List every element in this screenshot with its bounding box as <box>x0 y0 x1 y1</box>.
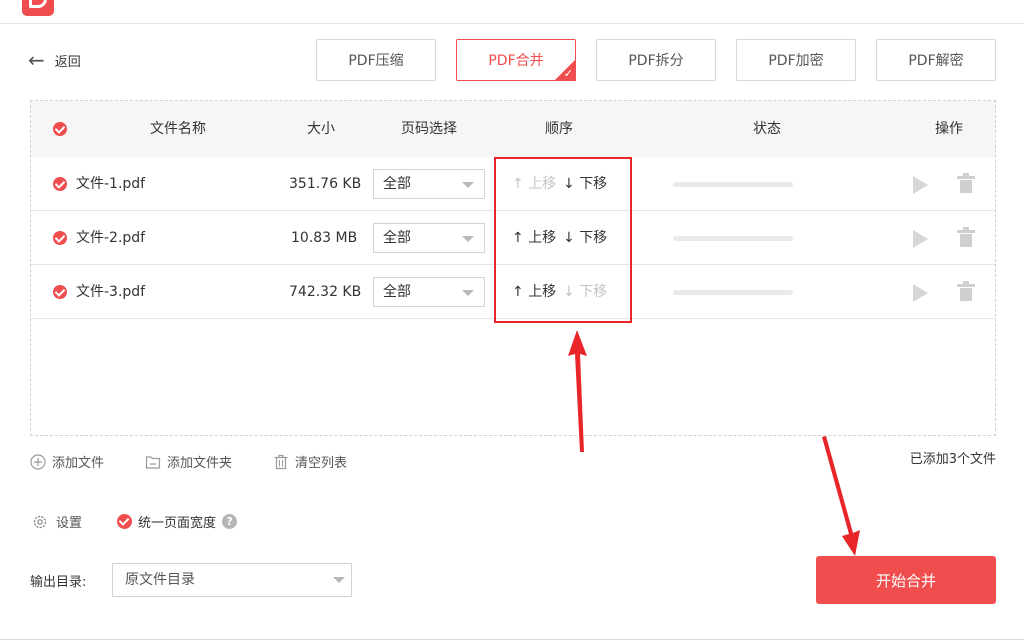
tab-pdf-encrypt[interactable]: PDF加密 <box>736 39 856 81</box>
help-icon[interactable]: ? <box>222 514 238 529</box>
file-size: 10.83 MB <box>291 230 358 246</box>
file-size: 742.32 KB <box>289 284 362 300</box>
settings-label: 设置 <box>56 516 83 531</box>
unify-width-label: 统一页面宽度 <box>138 516 217 531</box>
add-file-label: 添加文件 <box>52 456 105 471</box>
chevron-down-icon <box>462 290 474 296</box>
file-name: 文件-3.pdf <box>76 284 146 300</box>
tab-pdf-compress[interactable]: PDF压缩 <box>316 39 436 81</box>
page-range-value: 全部 <box>383 176 411 192</box>
play-icon[interactable] <box>913 230 928 248</box>
row-checkbox[interactable] <box>53 177 67 191</box>
tab-label: PDF压缩 <box>348 53 404 69</box>
divider <box>0 639 1024 640</box>
select-all-checkbox[interactable] <box>53 122 67 136</box>
page-range-select[interactable]: 全部 <box>373 277 485 307</box>
progress-bar <box>673 182 793 187</box>
header-status: 状态 <box>753 121 781 137</box>
check-icon: ✓ <box>563 67 573 80</box>
progress-bar <box>673 290 793 295</box>
chevron-down-icon <box>462 236 474 242</box>
chevron-down-icon <box>462 182 474 188</box>
page-range-value: 全部 <box>383 284 411 300</box>
file-name: 文件-1.pdf <box>76 176 146 192</box>
title-bar <box>0 0 1024 24</box>
app-logo <box>22 0 54 16</box>
start-merge-label: 开始合并 <box>875 571 936 590</box>
add-folder-button[interactable]: 添加文件夹 <box>145 452 232 471</box>
trash-icon[interactable] <box>957 173 975 193</box>
add-folder-label: 添加文件夹 <box>167 456 233 471</box>
output-dir-select[interactable]: 原文件目录 <box>112 563 352 597</box>
progress-bar <box>673 236 793 241</box>
plus-circle-icon <box>30 453 46 470</box>
page-range-select[interactable]: 全部 <box>373 169 485 199</box>
tab-label: PDF加密 <box>768 53 824 69</box>
annotation-highlight-box <box>494 157 632 323</box>
trash-icon[interactable] <box>957 227 975 247</box>
page-range-select[interactable]: 全部 <box>373 223 485 253</box>
gear-icon <box>33 515 47 528</box>
header-size: 大小 <box>307 121 335 137</box>
row-checkbox[interactable] <box>53 285 67 299</box>
trash-icon[interactable] <box>957 281 975 301</box>
header-order: 顺序 <box>545 121 573 137</box>
header-name: 文件名称 <box>150 121 206 137</box>
clear-list-label: 清空列表 <box>295 456 348 471</box>
start-merge-button[interactable]: 开始合并 <box>816 556 996 604</box>
add-file-button[interactable]: 添加文件 <box>30 452 104 471</box>
file-name: 文件-2.pdf <box>76 230 146 246</box>
chevron-down-icon <box>333 577 345 583</box>
annotation-arrow-down <box>822 436 860 556</box>
tab-pdf-split[interactable]: PDF拆分 <box>596 39 716 81</box>
file-size: 351.76 KB <box>289 176 362 192</box>
folder-icon <box>145 455 161 469</box>
tab-pdf-decrypt[interactable]: PDF解密 <box>876 39 996 81</box>
output-dir-label: 输出目录: <box>30 575 87 590</box>
tab-label: PDF解密 <box>908 53 964 69</box>
checked-icon <box>117 514 132 529</box>
back-arrow-icon: ← <box>28 48 45 72</box>
file-count: 已添加3个文件 <box>909 452 996 467</box>
page-range-value: 全部 <box>383 230 411 246</box>
row-checkbox[interactable] <box>53 231 67 245</box>
trash-icon <box>274 454 288 469</box>
tab-label: PDF拆分 <box>628 53 684 69</box>
back-button[interactable]: ← 返回 <box>28 50 81 70</box>
clear-list-button[interactable]: 清空列表 <box>273 452 347 471</box>
back-label: 返回 <box>54 54 81 70</box>
output-dir-value: 原文件目录 <box>125 572 195 588</box>
table-header: 文件名称 大小 页码选择 顺序 状态 操作 <box>31 101 995 157</box>
settings-button[interactable]: 设置 <box>32 512 82 531</box>
unify-width-checkbox[interactable]: 统一页面宽度 ? <box>117 512 238 531</box>
play-icon[interactable] <box>913 284 928 302</box>
header-action: 操作 <box>935 121 963 137</box>
play-icon[interactable] <box>913 176 928 194</box>
tab-pdf-merge[interactable]: PDF合并 ✓ <box>456 39 576 81</box>
tab-label: PDF合并 <box>488 53 544 69</box>
header-pages: 页码选择 <box>401 121 457 137</box>
